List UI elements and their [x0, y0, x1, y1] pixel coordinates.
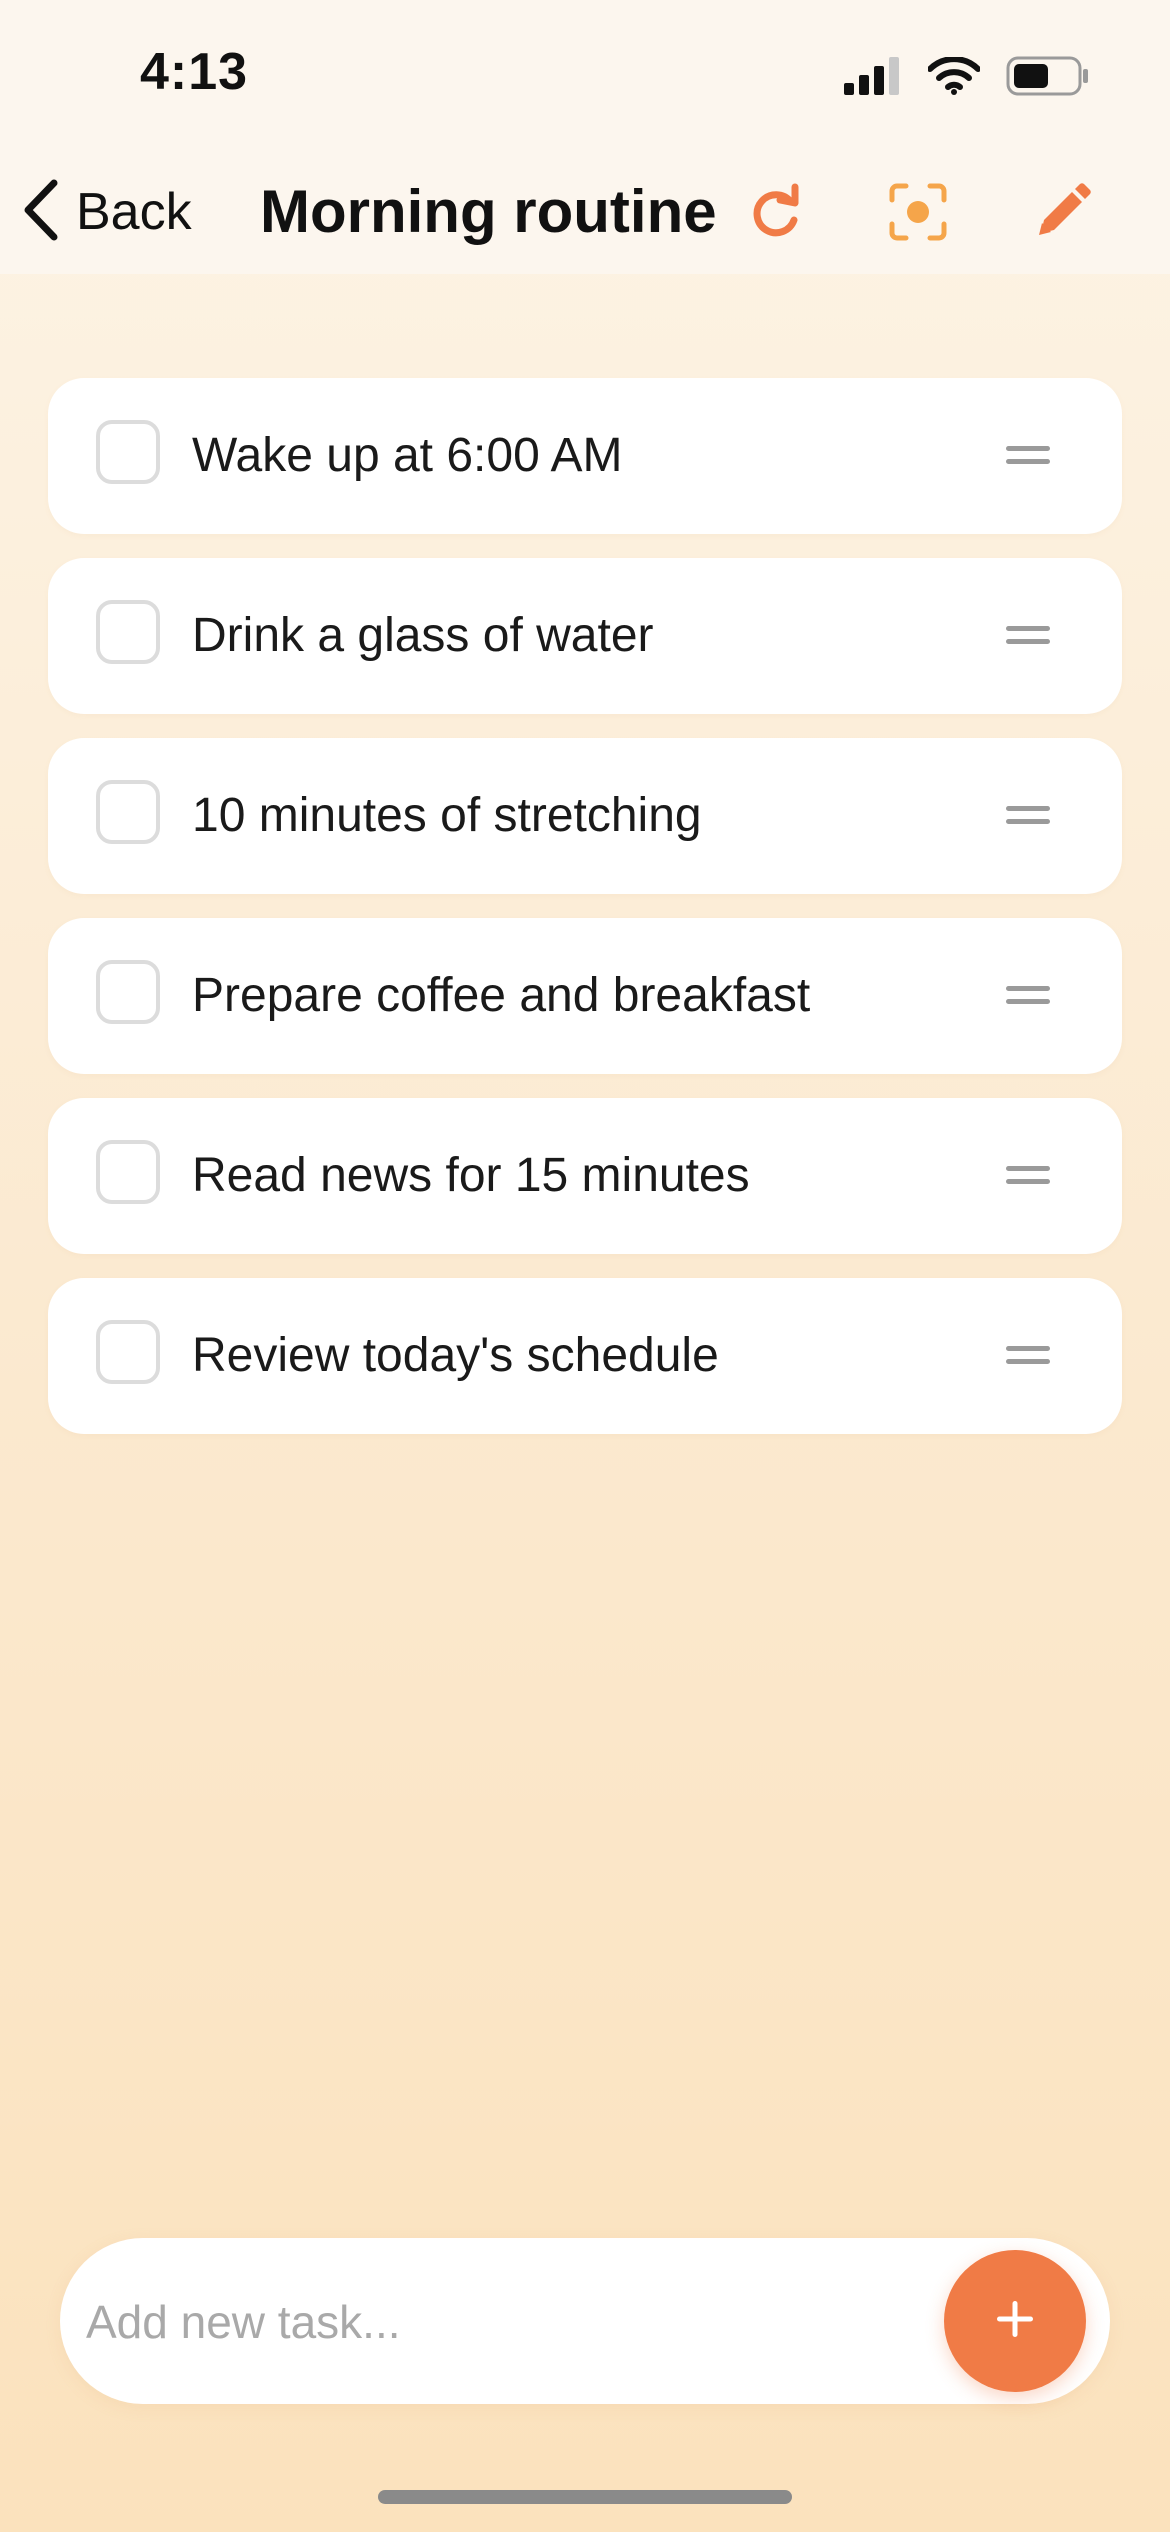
task-checkbox[interactable]	[96, 420, 160, 484]
task-label: Prepare coffee and breakfast	[192, 969, 811, 1022]
task-label: Drink a glass of water	[192, 609, 654, 662]
task-label: Review today's schedule	[192, 1329, 719, 1382]
task-checkbox[interactable]	[96, 1140, 160, 1204]
wifi-icon	[927, 56, 981, 100]
focus-icon	[888, 182, 948, 247]
focus-button[interactable]	[876, 172, 960, 256]
drag-handle-icon[interactable]	[1006, 1160, 1050, 1190]
task-checkbox[interactable]	[96, 960, 160, 1024]
task-item[interactable]: Prepare coffee and breakfast	[48, 918, 1122, 1074]
page-title: Morning routine	[260, 178, 717, 245]
task-label: 10 minutes of stretching	[192, 789, 702, 842]
drag-handle-icon[interactable]	[1006, 440, 1050, 470]
task-checkbox[interactable]	[96, 600, 160, 664]
task-checkbox[interactable]	[96, 1320, 160, 1384]
drag-handle-icon[interactable]	[1006, 620, 1050, 650]
task-label: Wake up at 6:00 AM	[192, 429, 623, 482]
back-button[interactable]: Back	[22, 170, 192, 254]
status-time: 4:13	[140, 43, 249, 101]
refresh-button[interactable]	[733, 172, 817, 256]
status-icons	[844, 56, 1090, 101]
task-item[interactable]: 10 minutes of stretching	[48, 738, 1122, 894]
task-list: Wake up at 6:00 AM Drink a glass of wate…	[48, 378, 1122, 1458]
task-item[interactable]: Wake up at 6:00 AM	[48, 378, 1122, 534]
drag-handle-icon[interactable]	[1006, 800, 1050, 830]
cellular-signal-icon	[844, 57, 902, 100]
navigation-bar: Back Morning routine	[0, 150, 1170, 274]
pencil-icon	[1032, 182, 1092, 247]
add-task-button[interactable]	[944, 2250, 1086, 2392]
chevron-left-icon	[22, 179, 62, 246]
home-indicator[interactable]	[378, 2490, 792, 2504]
drag-handle-icon[interactable]	[1006, 980, 1050, 1010]
refresh-icon	[745, 182, 805, 247]
task-label: Read news for 15 minutes	[192, 1149, 750, 1202]
drag-handle-icon[interactable]	[1006, 1340, 1050, 1370]
battery-icon	[1006, 56, 1090, 101]
add-task-bar	[60, 2238, 1110, 2404]
plus-icon	[993, 2297, 1037, 2346]
task-item[interactable]: Drink a glass of water	[48, 558, 1122, 714]
status-bar: 4:13	[0, 0, 1170, 150]
edit-button[interactable]	[1020, 172, 1104, 256]
task-checkbox[interactable]	[96, 780, 160, 844]
add-task-input[interactable]	[84, 2274, 948, 2370]
task-item[interactable]: Review today's schedule	[48, 1278, 1122, 1434]
back-label: Back	[76, 183, 192, 241]
task-item[interactable]: Read news for 15 minutes	[48, 1098, 1122, 1254]
